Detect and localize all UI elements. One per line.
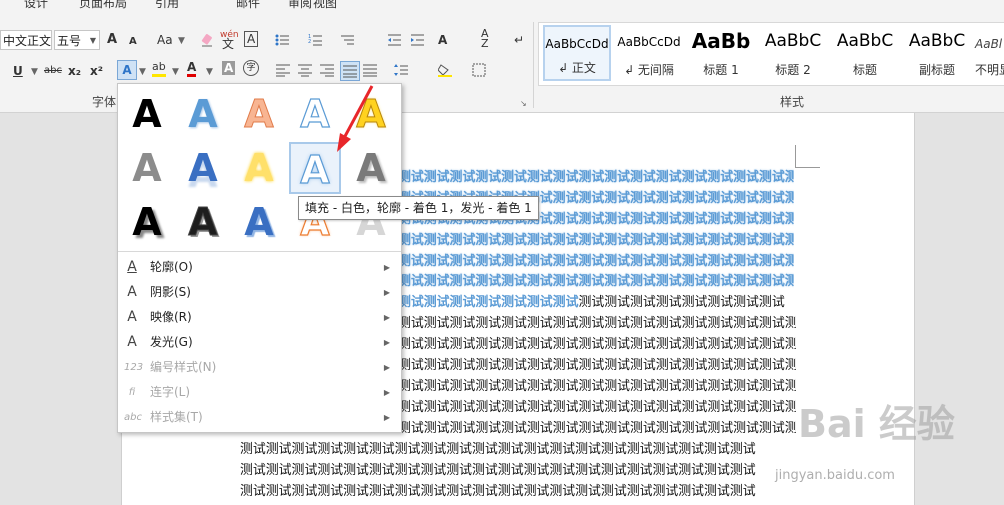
watermark-logo: Bai 经验 — [798, 402, 955, 446]
watermark-url: jingyan.baidu.com — [775, 468, 895, 483]
